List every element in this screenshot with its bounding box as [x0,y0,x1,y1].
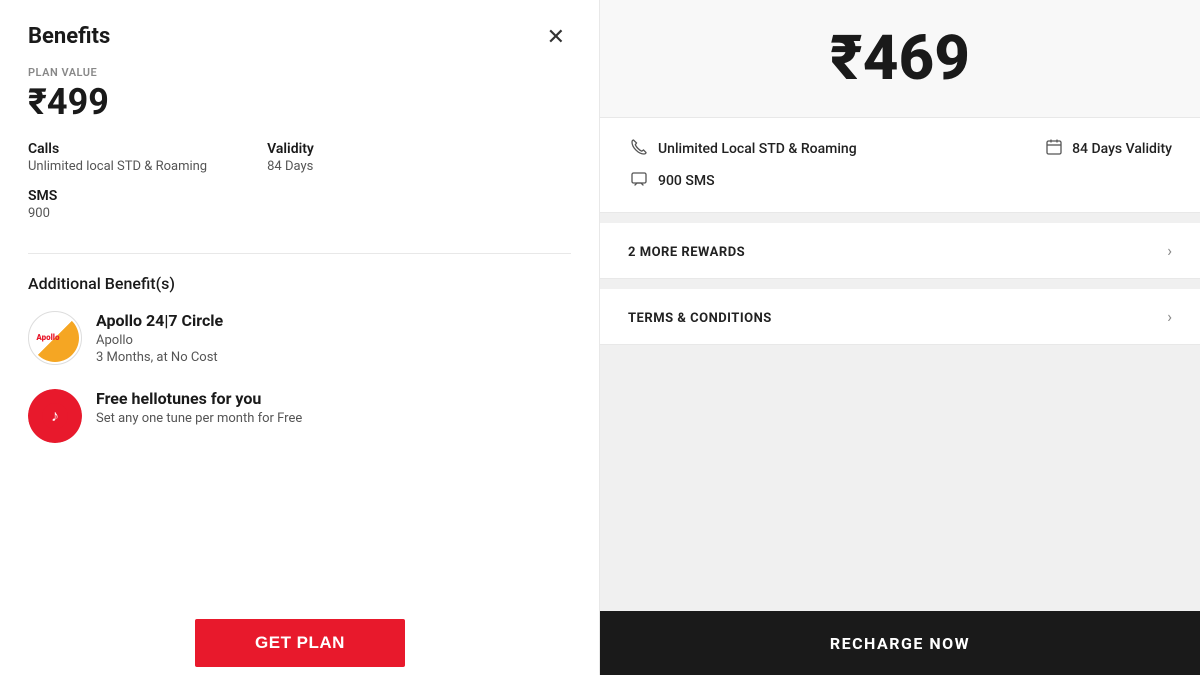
calls-value: Unlimited local STD & Roaming [28,159,207,174]
sms-icon [628,170,650,192]
recharge-label: RECHARGE NOW [830,634,970,653]
divider [28,253,571,254]
validity-label: Validity [267,141,314,157]
bottom-bar-left: GET PLAN [0,611,600,675]
tnc-title: TERMS & CONDITIONS [628,311,772,326]
bottom-spacer [600,345,1200,611]
separator-1 [600,213,1200,223]
benefits-title: Benefits [28,24,110,49]
calls-feature-row: Unlimited Local STD & Roaming 84 Days Va… [628,138,1172,160]
plan-value-label: PLAN VALUE [28,66,571,79]
get-plan-button[interactable]: GET PLAN [195,619,405,667]
close-button[interactable]: ✕ [541,24,571,50]
apollo-provider: Apollo [96,333,223,348]
calls-block: Calls Unlimited local STD & Roaming [28,141,207,174]
hellotunes-icon: ♪ [28,389,82,443]
hellotunes-detail: Set any one tune per month for Free [96,411,302,426]
calls-label: Calls [28,141,207,157]
separator-2 [600,279,1200,289]
calendar-icon [1043,138,1065,160]
apollo-text: Apollo 24|7 Circle Apollo 3 Months, at N… [96,311,223,367]
tnc-chevron: › [1167,307,1172,326]
svg-text:♪: ♪ [51,406,59,425]
rewards-title: 2 MORE REWARDS [628,245,745,260]
main-price: ₹469 [830,22,970,95]
hellotunes-benefit: ♪ Free hellotunes for you Set any one tu… [28,389,571,443]
sms-feature-row: 900 SMS [628,170,1172,192]
hellotunes-text: Free hellotunes for you Set any one tune… [96,389,302,428]
hellotunes-title: Free hellotunes for you [96,389,302,408]
left-panel: Benefits ✕ PLAN VALUE ₹499 Calls Unlimit… [0,0,600,675]
apollo-detail: 3 Months, at No Cost [96,350,223,365]
features-section: Unlimited Local STD & Roaming 84 Days Va… [600,118,1200,213]
additional-benefits-title: Additional Benefit(s) [28,274,571,293]
apollo-logo: Apollo24·7 [31,314,79,362]
rewards-section[interactable]: 2 MORE REWARDS › [600,223,1200,279]
sms-block: SMS 900 [28,188,571,221]
apollo-benefit: Apollo24·7 Apollo 24|7 Circle Apollo 3 M… [28,311,571,367]
hellotunes-icon-wrap: ♪ [28,389,82,443]
validity-block: Validity 84 Days [267,141,314,174]
apollo-title: Apollo 24|7 Circle [96,311,223,330]
calls-validity-row: Calls Unlimited local STD & Roaming Vali… [28,141,571,174]
validity-feature-text: 84 Days Validity [1072,141,1172,157]
rewards-chevron: › [1167,241,1172,260]
sms-value: 900 [28,206,571,221]
recharge-now-button[interactable]: RECHARGE NOW [600,611,1200,675]
left-header: Benefits ✕ [28,24,571,50]
apollo-icon-wrap: Apollo24·7 [28,311,82,365]
sms-label: SMS [28,188,571,204]
tnc-section[interactable]: TERMS & CONDITIONS › [600,289,1200,345]
hellotunes-svg: ♪ [41,402,69,430]
sms-feature-text: 900 SMS [658,173,715,189]
right-panel: ₹469 Unlimited Local STD & Roaming 84 Da… [600,0,1200,675]
validity-value: 84 Days [267,159,314,174]
validity-feature: 84 Days Validity [1043,138,1172,160]
plan-value-amount: ₹499 [28,81,571,123]
calls-feature-text: Unlimited Local STD & Roaming [658,141,857,157]
phone-icon [628,138,650,160]
price-header: ₹469 [600,0,1200,118]
